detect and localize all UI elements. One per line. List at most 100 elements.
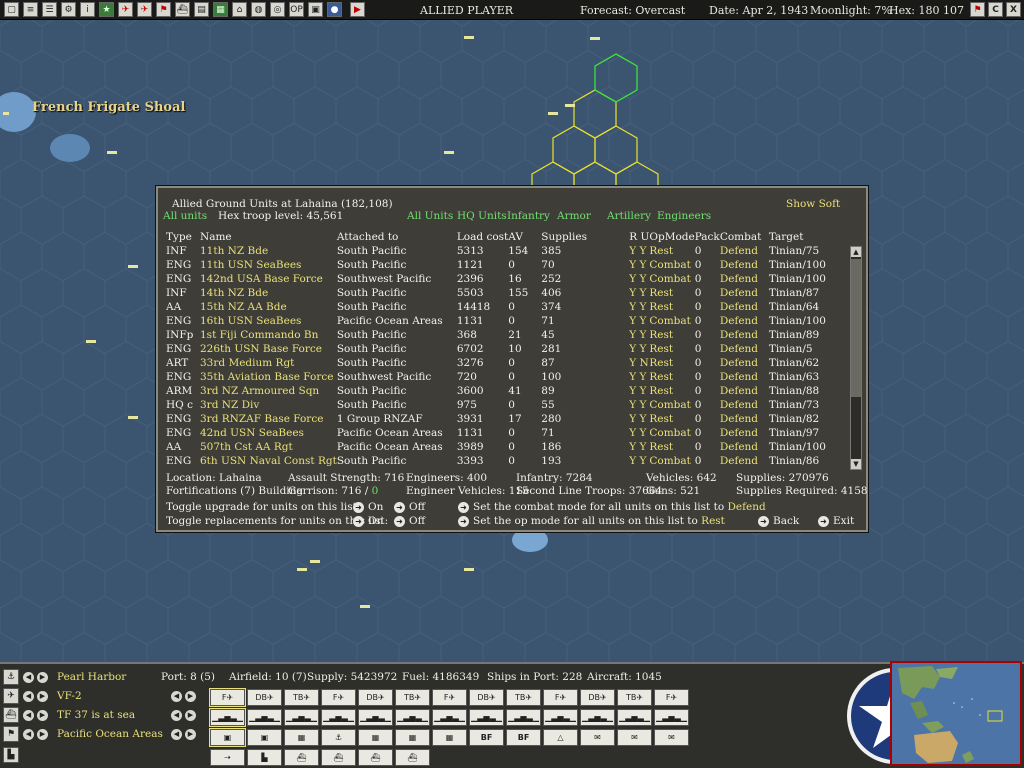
- unit-opmode[interactable]: Rest: [649, 328, 694, 342]
- scroll-up-icon[interactable]: ▲: [851, 247, 861, 257]
- unit-combat[interactable]: Defend: [720, 328, 769, 342]
- plane-icon[interactable]: ✈: [3, 688, 19, 704]
- map-icon[interactable]: ▤: [194, 2, 209, 17]
- aircraft-slot[interactable]: DB ✈: [358, 689, 393, 706]
- next-arrow-icon[interactable]: ▶: [37, 690, 48, 702]
- bf-button[interactable]: BF: [469, 729, 504, 746]
- col-combat[interactable]: Combat: [720, 230, 769, 244]
- aircraft-slot[interactable]: TB ✈: [617, 689, 652, 706]
- filter-infantry[interactable]: Infantry: [507, 210, 550, 222]
- ship-slot-icon[interactable]: ▁▃▅▃▁: [580, 709, 615, 726]
- next-arrow-icon[interactable]: ▶: [37, 709, 48, 721]
- ship-slot-icon[interactable]: ▁▃▅▃▁: [654, 709, 689, 726]
- unit-combat[interactable]: Defend: [720, 342, 769, 356]
- unit-opmode[interactable]: Rest: [649, 370, 694, 384]
- mission-slot-icon[interactable]: ▙: [247, 749, 282, 766]
- unit-opmode[interactable]: Rest: [649, 356, 694, 370]
- building-icon[interactable]: ▙: [3, 747, 19, 763]
- table-row[interactable]: INFp 1st Fiji Commando Bn South Pacific 368…: [166, 328, 859, 342]
- unit-combat[interactable]: Defend: [720, 384, 769, 398]
- aircraft-slot[interactable]: DB ✈: [247, 689, 282, 706]
- aircraft-slot[interactable]: F ✈: [321, 689, 356, 706]
- unit-name[interactable]: 11th USN SeaBees: [200, 258, 337, 272]
- aircraft-slot[interactable]: TB ✈: [506, 689, 541, 706]
- base-name[interactable]: Pearl Harbor: [57, 671, 161, 683]
- unit-combat[interactable]: Defend: [720, 426, 769, 440]
- mission-slot-icon[interactable]: ⛴: [321, 749, 356, 766]
- next-arrow-icon[interactable]: ▶: [185, 690, 196, 702]
- unit-combat[interactable]: Defend: [720, 412, 769, 426]
- filter-engineers[interactable]: Engineers: [657, 210, 711, 222]
- filter-all-units[interactable]: All Units: [407, 210, 453, 222]
- flag-icon[interactable]: ⚑: [3, 726, 19, 742]
- ship-icon[interactable]: ⛴: [175, 2, 190, 17]
- prev-arrow-icon[interactable]: ◀: [23, 709, 34, 721]
- col-opmode[interactable]: OpMode: [649, 230, 694, 244]
- ship-slot-icon[interactable]: ▁▃▅▃▁: [358, 709, 393, 726]
- unit-name[interactable]: 142nd USA Base Force: [200, 272, 337, 286]
- replace-off-button[interactable]: ➜ Off: [394, 515, 425, 527]
- close-icon[interactable]: X: [1006, 2, 1021, 17]
- action-slot-icon[interactable]: ▦: [284, 729, 319, 746]
- prev-arrow-icon[interactable]: ◀: [171, 709, 182, 721]
- unit-name[interactable]: 3rd RNZAF Base Force: [200, 412, 337, 426]
- unit-combat[interactable]: Defend: [720, 244, 769, 258]
- play-icon[interactable]: ▶: [350, 2, 365, 17]
- ship-icon[interactable]: ⛴: [3, 707, 19, 723]
- prev-arrow-icon[interactable]: ◀: [23, 671, 34, 683]
- set-op-mode-button[interactable]: ➜ Set the op mode for all units on this l…: [458, 515, 725, 527]
- table-row[interactable]: ENG 11th USN SeaBees South Pacific 1121 0 70 Y…: [166, 258, 859, 272]
- unit-opmode[interactable]: Rest: [649, 412, 694, 426]
- unit-name[interactable]: 226th USN Base Force: [200, 342, 337, 356]
- minimap[interactable]: [890, 661, 1022, 766]
- next-arrow-icon[interactable]: ▶: [37, 671, 48, 683]
- window-icon[interactable]: ▢: [4, 2, 19, 17]
- unit-combat[interactable]: Defend: [720, 258, 769, 272]
- aircraft-slot[interactable]: F ✈: [432, 689, 467, 706]
- replace-on-button[interactable]: ➜ On: [353, 515, 383, 527]
- ship-slot-icon[interactable]: ▁▃▅▃▁: [321, 709, 356, 726]
- star-icon[interactable]: ★: [99, 2, 114, 17]
- flag-button[interactable]: ⚑: [970, 2, 985, 17]
- unit-name[interactable]: 35th Aviation Base Force: [200, 370, 337, 384]
- unit-opmode[interactable]: Rest: [649, 384, 694, 398]
- prev-arrow-icon[interactable]: ◀: [171, 690, 182, 702]
- mission-slot-icon[interactable]: ⛴: [284, 749, 319, 766]
- ship-slot-icon[interactable]: ▁▃▅▃▁: [543, 709, 578, 726]
- action-slot-icon[interactable]: ✉: [654, 729, 689, 746]
- report-icon[interactable]: ▣: [308, 2, 323, 17]
- col-ru[interactable]: R U: [629, 230, 649, 244]
- action-slot-icon[interactable]: ✉: [580, 729, 615, 746]
- table-row[interactable]: ENG 6th USN Naval Const Rgt South Pacific 3…: [166, 454, 859, 468]
- ship-slot-icon[interactable]: ▁▃▅▃▁: [617, 709, 652, 726]
- table-row[interactable]: HQ c 3rd NZ Div South Pacific 975 0 55 Y Y Comb…: [166, 398, 859, 412]
- table-row[interactable]: ENG 3rd RNZAF Base Force 1 Group RNZAF 3931…: [166, 412, 859, 426]
- table-row[interactable]: ENG 16th USN SeaBees Pacific Ocean Areas 11…: [166, 314, 859, 328]
- ship-slot-icon[interactable]: ▁▃▅▃▁: [432, 709, 467, 726]
- filter-artillery[interactable]: Artillery: [607, 210, 651, 222]
- unit-opmode[interactable]: Rest: [649, 286, 694, 300]
- mission-slot-icon[interactable]: ⛴: [358, 749, 393, 766]
- unit-opmode[interactable]: Rest: [649, 300, 694, 314]
- all-units-tab[interactable]: All units: [163, 210, 207, 222]
- list-icon[interactable]: ☰: [42, 2, 57, 17]
- action-slot-icon[interactable]: ▣: [247, 729, 282, 746]
- ship-slot-icon[interactable]: ▁▃▅▃▁: [209, 708, 246, 727]
- unit-combat[interactable]: Defend: [720, 300, 769, 314]
- action-slot-icon[interactable]: ⚓: [321, 729, 356, 746]
- action-slot-icon[interactable]: ▣: [209, 728, 246, 747]
- back-button[interactable]: ➜ Back: [758, 515, 799, 527]
- terrain-icon[interactable]: ▦: [213, 2, 228, 17]
- hq-name[interactable]: Pacific Ocean Areas: [57, 728, 171, 740]
- unit-name[interactable]: 6th USN Naval Const Rgt: [200, 454, 337, 468]
- ship-slot-icon[interactable]: ▁▃▅▃▁: [284, 709, 319, 726]
- unit-combat[interactable]: Defend: [720, 454, 769, 468]
- ops-icon[interactable]: OP: [289, 2, 304, 17]
- unit-name[interactable]: 11th NZ Bde: [200, 244, 337, 258]
- next-arrow-icon[interactable]: ▶: [37, 728, 48, 740]
- unit-combat[interactable]: Defend: [720, 272, 769, 286]
- prev-arrow-icon[interactable]: ◀: [171, 728, 182, 740]
- table-row[interactable]: AA 15th NZ AA Bde South Pacific 14418 0 374 Y …: [166, 300, 859, 314]
- unit-opmode[interactable]: Rest: [649, 342, 694, 356]
- col-av[interactable]: AV: [508, 230, 541, 244]
